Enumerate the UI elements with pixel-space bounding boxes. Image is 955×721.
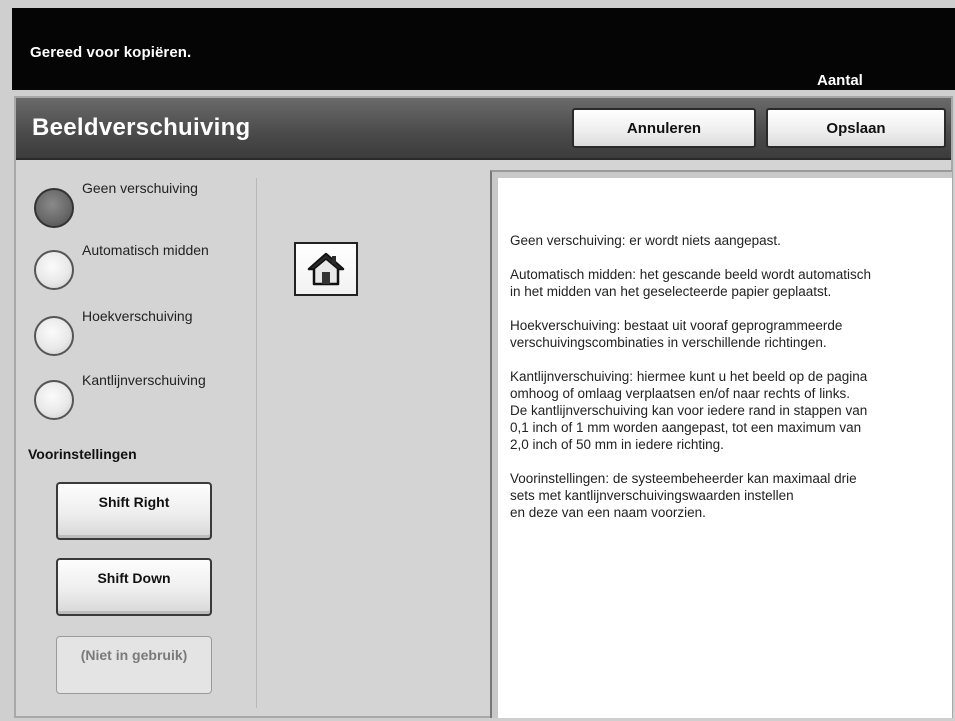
status-bar: Gereed voor kopiëren. Aantal [12,8,955,90]
option-corner-shift-label: Hoekverschuiving [82,308,193,324]
page-title: Beeldverschuiving [32,114,251,141]
description-text: Geen verschuiving: er wordt niets aangep… [510,232,942,538]
save-button[interactable]: Opslaan [766,108,946,148]
image-shift-window: Beeldverschuiving Annuleren Opslaan Geen… [14,96,953,718]
quantity-label: Aantal [817,72,863,89]
option-corner-shift[interactable]: Hoekverschuiving [34,308,193,356]
description-paragraph: Geen verschuiving: er wordt niets aangep… [510,233,781,248]
option-margin-shift[interactable]: Kantlijnverschuiving [34,372,206,420]
description-paragraph: Hoekverschuiving: bestaat uit vooraf gep… [510,318,843,350]
radio-auto-center[interactable] [34,250,74,290]
option-auto-center-label: Automatisch midden [82,242,209,258]
option-no-shift[interactable]: Geen verschuiving [34,180,198,228]
presets-heading: Voorinstellingen [28,446,137,462]
option-auto-center[interactable]: Automatisch midden [34,242,209,290]
description-panel: Geen verschuiving: er wordt niets aangep… [490,170,952,718]
cancel-button[interactable]: Annuleren [572,108,756,148]
home-icon [307,252,345,286]
preset-shift-right-button[interactable]: Shift Right [56,482,212,540]
option-margin-shift-label: Kantlijnverschuiving [82,372,206,388]
radio-corner-shift[interactable] [34,316,74,356]
option-no-shift-label: Geen verschuiving [82,180,198,196]
preset-shift-down-button[interactable]: Shift Down [56,558,212,616]
description-paragraph: Automatisch midden: het gescande beeld w… [510,267,871,299]
status-message: Gereed voor kopiëren. [30,44,192,61]
title-bar: Beeldverschuiving Annuleren Opslaan [16,98,951,160]
home-position-button[interactable] [294,242,358,296]
description-paragraph: Kantlijnverschuiving: hiermee kunt u het… [510,369,868,452]
copier-screen: Gereed voor kopiëren. Aantal Beeldversch… [0,0,955,721]
radio-margin-shift[interactable] [34,380,74,420]
preset-unused-button: (Niet in gebruik) [56,636,212,694]
radio-no-shift[interactable] [34,188,74,228]
column-divider [256,178,257,708]
description-paragraph: Voorinstellingen: de systeembeheerder ka… [510,471,857,520]
